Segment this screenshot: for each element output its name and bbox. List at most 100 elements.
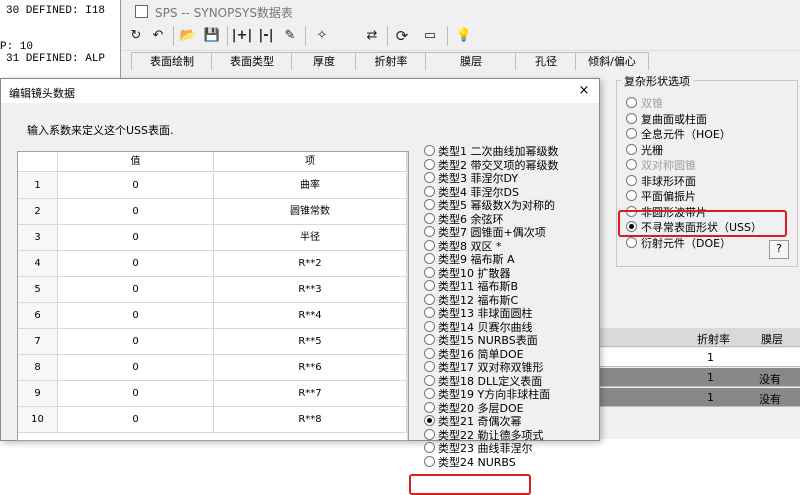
toolbar: ↻ ↶ 📂 💾 |+| |-| ✎ ✧ ⇄ ⟳ ▭ 💡 — [121, 22, 800, 51]
open-folder-icon[interactable]: 📂 — [177, 25, 199, 47]
tab-surface-type[interactable]: 表面类型 — [211, 52, 293, 70]
toolbar-separator — [387, 26, 388, 46]
radio-icon[interactable] — [424, 239, 435, 251]
console-line: 30 DEFINED: I18 — [6, 5, 106, 17]
tab-tilt-decenter[interactable]: 倾斜/偏心 — [575, 52, 649, 70]
complex-option[interactable]: 光栅 — [626, 142, 663, 158]
coefficient-value-cell[interactable]: 0 — [58, 199, 214, 225]
sps-title: SPS -- SYNOPSYS数据表 — [155, 6, 293, 20]
radio-icon[interactable] — [424, 172, 435, 183]
tool-icon[interactable]: ✎ — [279, 25, 301, 47]
header-item: 项 — [214, 152, 407, 172]
coefficient-value-cell[interactable]: 0 — [58, 225, 214, 251]
coefficient-table: 值 项 1 0 曲率 2 0 圆锥常数 3 0 半径 4 0 R**2 5 0 R**3 6 0 R**4 7 0 R*… — [17, 151, 409, 441]
row-number: 1 — [18, 173, 58, 199]
coefficient-value-cell[interactable]: 0 — [58, 407, 214, 433]
radio-icon[interactable] — [626, 159, 637, 170]
bg-table-row[interactable]: 1 没有 — [599, 388, 800, 407]
coefficient-value-cell[interactable]: 0 — [58, 277, 214, 303]
bg-table-row[interactable]: 1 没有 — [599, 368, 800, 387]
radio-icon[interactable] — [424, 388, 435, 399]
radio-icon[interactable] — [424, 334, 435, 345]
complex-option-label: 平面偏振片 — [641, 190, 696, 203]
complex-option[interactable]: 平面偏振片 — [626, 188, 696, 204]
radio-icon[interactable] — [626, 143, 637, 155]
radio-icon[interactable] — [424, 199, 435, 210]
swap-icon[interactable]: ⇄ — [361, 25, 383, 47]
console-line: P: 10 — [0, 41, 34, 53]
radio-icon[interactable] — [626, 112, 637, 124]
background-table: 折射率 膜层 1 1 没有 1 没有 — [599, 328, 800, 439]
help-icon[interactable]: 💡 — [453, 25, 475, 47]
complex-option: 双对称圆锥 — [626, 157, 696, 173]
radio-icon[interactable] — [424, 415, 435, 426]
tab-bar: 表面绘制 表面类型 厚度 折射率 膜层 孔径 倾斜/偏心 — [121, 52, 800, 70]
coefficient-value-cell[interactable]: 0 — [58, 355, 214, 381]
save-icon[interactable]: 💾 — [201, 25, 223, 47]
coefficient-item-cell: R**4 — [214, 303, 407, 329]
insert-row-icon[interactable]: |-| — [255, 25, 277, 47]
radio-icon[interactable] — [424, 158, 435, 170]
coefficient-item-cell: R**5 — [214, 329, 407, 355]
radio-icon[interactable] — [424, 428, 435, 440]
radio-icon[interactable] — [424, 347, 435, 359]
coefficient-value-cell[interactable]: 0 — [58, 251, 214, 277]
uss-type-label: 类型24 NURBS — [438, 455, 516, 469]
radio-icon[interactable] — [424, 253, 435, 264]
radio-icon[interactable] — [626, 190, 637, 201]
radio-icon[interactable] — [424, 401, 435, 413]
bg-cell-refr: 1 — [707, 371, 714, 384]
dialog-prompt: 输入系数来定义这个USS表面. — [27, 124, 174, 137]
coefficient-value-cell[interactable]: 0 — [58, 303, 214, 329]
radio-icon[interactable] — [424, 320, 435, 332]
radio-icon[interactable] — [424, 145, 435, 156]
sps-titlebar: SPS -- SYNOPSYS数据表 — [121, 0, 800, 22]
undo-icon[interactable]: ↶ — [147, 25, 169, 47]
tab-thickness[interactable]: 厚度 — [291, 52, 357, 70]
insert-col-icon[interactable]: |+| — [231, 25, 253, 47]
radio-icon[interactable] — [424, 307, 435, 318]
row-number: 8 — [18, 355, 58, 381]
refresh-icon[interactable]: ⟳ — [391, 25, 413, 47]
redo-icon[interactable]: ↻ — [125, 25, 147, 47]
magic-icon[interactable]: ✧ — [311, 25, 333, 47]
tab-surface-draw[interactable]: 表面绘制 — [131, 52, 213, 70]
bg-header-coat: 膜层 — [761, 333, 783, 346]
coefficient-value-cell[interactable]: 0 — [58, 173, 214, 199]
help-button[interactable]: ? — [769, 240, 789, 259]
uss-type-option[interactable]: 类型24 NURBS — [424, 454, 516, 470]
complex-option[interactable]: 复曲面或柱面 — [626, 111, 707, 127]
radio-icon[interactable] — [424, 212, 435, 224]
complex-option[interactable]: 全息元件（HOE） — [626, 126, 731, 142]
radio-icon[interactable] — [424, 185, 435, 197]
coefficient-value-cell[interactable]: 0 — [58, 381, 214, 407]
row-number: 3 — [18, 225, 58, 251]
radio-icon[interactable] — [424, 361, 435, 372]
radio-icon[interactable] — [626, 128, 637, 139]
tab-refractive-index[interactable]: 折射率 — [355, 52, 427, 70]
complex-option-label: 双锥 — [641, 97, 663, 110]
radio-icon[interactable] — [424, 280, 435, 291]
tab-aperture[interactable]: 孔径 — [515, 52, 577, 70]
highlight-type21 — [409, 474, 531, 495]
bg-table-row[interactable]: 1 — [599, 348, 800, 367]
radio-icon[interactable] — [424, 226, 435, 237]
complex-option[interactable]: 非球形环面 — [626, 173, 696, 189]
radio-icon[interactable] — [424, 374, 435, 386]
radio-icon[interactable] — [626, 174, 637, 186]
coefficient-value-cell[interactable]: 0 — [58, 329, 214, 355]
complex-option: 双锥 — [626, 95, 663, 111]
radio-icon[interactable] — [424, 293, 435, 305]
table-scrollbar[interactable] — [407, 152, 408, 440]
radio-icon[interactable] — [424, 266, 435, 278]
radio-icon[interactable] — [424, 455, 435, 467]
frame-icon[interactable]: ▭ — [419, 25, 441, 47]
complex-option-label: 非球形环面 — [641, 174, 696, 188]
radio-icon[interactable] — [424, 442, 435, 453]
tab-coating[interactable]: 膜层 — [425, 52, 517, 70]
radio-icon[interactable] — [626, 236, 637, 248]
coefficient-item-cell: 圆锥常数 — [214, 199, 407, 225]
complex-option-label: 全息元件（HOE） — [641, 128, 731, 141]
close-icon[interactable]: × — [576, 84, 592, 98]
radio-icon[interactable] — [626, 97, 637, 108]
